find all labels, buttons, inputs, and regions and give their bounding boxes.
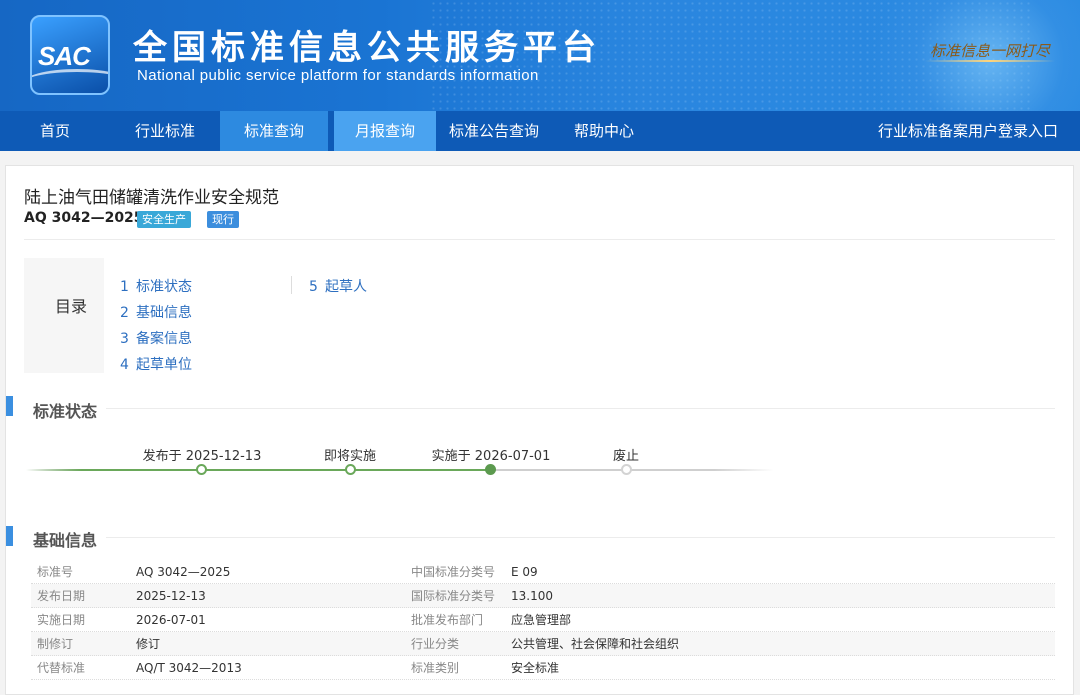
- toc-item-drafting-units[interactable]: 4 起草单位: [120, 354, 192, 374]
- section-divider: [106, 537, 1055, 538]
- field-label: 行业分类: [411, 637, 460, 651]
- field-value: AQ/T 3042—2013: [136, 661, 242, 675]
- section-divider: [106, 408, 1055, 409]
- toc-separator: [291, 276, 292, 294]
- field-label: 代替标准: [37, 661, 86, 675]
- timeline-progress: [26, 469, 491, 471]
- field-label: 标准号: [37, 565, 74, 579]
- table-row: 制修订 修订 行业分类 公共管理、社会保障和社会组织: [31, 632, 1055, 656]
- standard-code: AQ 3042—2025: [24, 210, 144, 226]
- toc-item-number: 4: [120, 357, 129, 373]
- timeline-node-upcoming: [345, 464, 356, 475]
- nav-industry-standards[interactable]: 行业标准: [110, 111, 220, 151]
- site-title: 全国标准信息公共服务平台: [133, 28, 601, 68]
- table-row: 实施日期 2026-07-01 批准发布部门 应急管理部: [31, 608, 1055, 632]
- timeline-label-upcoming: 即将实施: [323, 449, 377, 464]
- toc-item-label: 起草单位: [136, 357, 192, 373]
- table-row: 代替标准 AQ/T 3042—2013 标准类别 安全标准: [31, 656, 1055, 680]
- toc-label-box: 目录: [24, 258, 104, 373]
- toc-label: 目录: [55, 297, 88, 316]
- nav-monthly-report[interactable]: 月报查询: [334, 111, 436, 151]
- field-value: 安全标准: [511, 661, 560, 675]
- divider: [24, 239, 1055, 240]
- timeline-node-abolished: [621, 464, 632, 475]
- nav-help-center[interactable]: 帮助中心: [552, 111, 656, 151]
- toc-item-label: 基础信息: [136, 305, 192, 321]
- field-value: 公共管理、社会保障和社会组织: [511, 637, 680, 651]
- table-row: 发布日期 2025-12-13 国际标准分类号 13.100: [31, 584, 1055, 608]
- section-title-basic-info: 基础信息: [33, 531, 98, 550]
- site-banner: SAC 全国标准信息公共服务平台 National public service…: [0, 0, 1080, 111]
- logo-text: SAC: [38, 41, 91, 71]
- toc-item-drafters[interactable]: 5 起草人: [309, 276, 367, 296]
- field-value: 应急管理部: [511, 613, 572, 627]
- main-nav: 首页 行业标准 标准查询 月报查询 标准公告查询 帮助中心 行业标准备案用户登录…: [0, 111, 1080, 151]
- toc-item-basic-info[interactable]: 2 基础信息: [120, 302, 192, 322]
- field-value: 修订: [136, 637, 161, 651]
- site-subtitle: National public service platform for sta…: [137, 67, 539, 84]
- field-label: 标准类别: [411, 661, 460, 675]
- toc-item-filing-info[interactable]: 3 备案信息: [120, 328, 192, 348]
- toc-item-number: 3: [120, 331, 129, 347]
- standard-name: 陆上油气田储罐清洗作业安全规范: [24, 188, 279, 208]
- slogan-underline: [925, 60, 1055, 62]
- section-marker: [6, 396, 13, 416]
- toc-item-number: 1: [120, 279, 129, 295]
- field-label: 批准发布部门: [411, 613, 484, 627]
- field-label: 国际标准分类号: [411, 589, 496, 603]
- slogan: 标准信息一网打尽: [930, 42, 1051, 60]
- toc-item-label: 标准状态: [136, 279, 192, 295]
- timeline-node-implemented: [485, 464, 496, 475]
- login-link[interactable]: 行业标准备案用户登录入口: [878, 111, 1058, 151]
- section-marker: [6, 526, 13, 546]
- sac-logo[interactable]: SAC: [30, 15, 110, 95]
- nav-announcements[interactable]: 标准公告查询: [436, 111, 552, 151]
- table-of-contents: 目录 1 标准状态 2 基础信息 3 备案信息 4 起草单位 5 起草人: [24, 258, 444, 373]
- timeline-label-abolished: 废止: [612, 449, 640, 464]
- status-badge: 现行: [207, 211, 239, 228]
- field-value: 2026-07-01: [136, 613, 206, 627]
- toc-item-number: 2: [120, 305, 129, 321]
- section-title-status: 标准状态: [33, 402, 98, 421]
- field-label: 中国标准分类号: [411, 565, 496, 579]
- nav-home[interactable]: 首页: [0, 111, 110, 151]
- nav-standard-search[interactable]: 标准查询: [220, 111, 328, 151]
- toc-item-status[interactable]: 1 标准状态: [120, 276, 192, 296]
- category-badge: 安全生产: [137, 211, 191, 228]
- timeline-node-published: [196, 464, 207, 475]
- logo-swoosh: [32, 69, 108, 93]
- field-label: 制修订: [37, 637, 74, 651]
- field-value: 2025-12-13: [136, 589, 206, 603]
- table-row: 标准号 AQ 3042—2025 中国标准分类号 E 09: [31, 560, 1055, 584]
- field-label: 发布日期: [37, 589, 86, 603]
- field-value: 13.100: [511, 589, 553, 603]
- field-value: E 09: [511, 565, 538, 579]
- toc-item-label: 备案信息: [136, 331, 192, 347]
- field-value: AQ 3042—2025: [136, 565, 231, 579]
- standard-detail-panel: 陆上油气田储罐清洗作业安全规范 AQ 3042—2025 安全生产 现行 目录 …: [5, 165, 1074, 695]
- field-label: 实施日期: [37, 613, 86, 627]
- timeline-label-published: 发布于 2025-12-13: [142, 449, 262, 464]
- toc-item-label: 起草人: [325, 279, 367, 295]
- toc-item-number: 5: [309, 279, 318, 295]
- timeline-label-implemented: 实施于 2026-07-01: [431, 449, 551, 464]
